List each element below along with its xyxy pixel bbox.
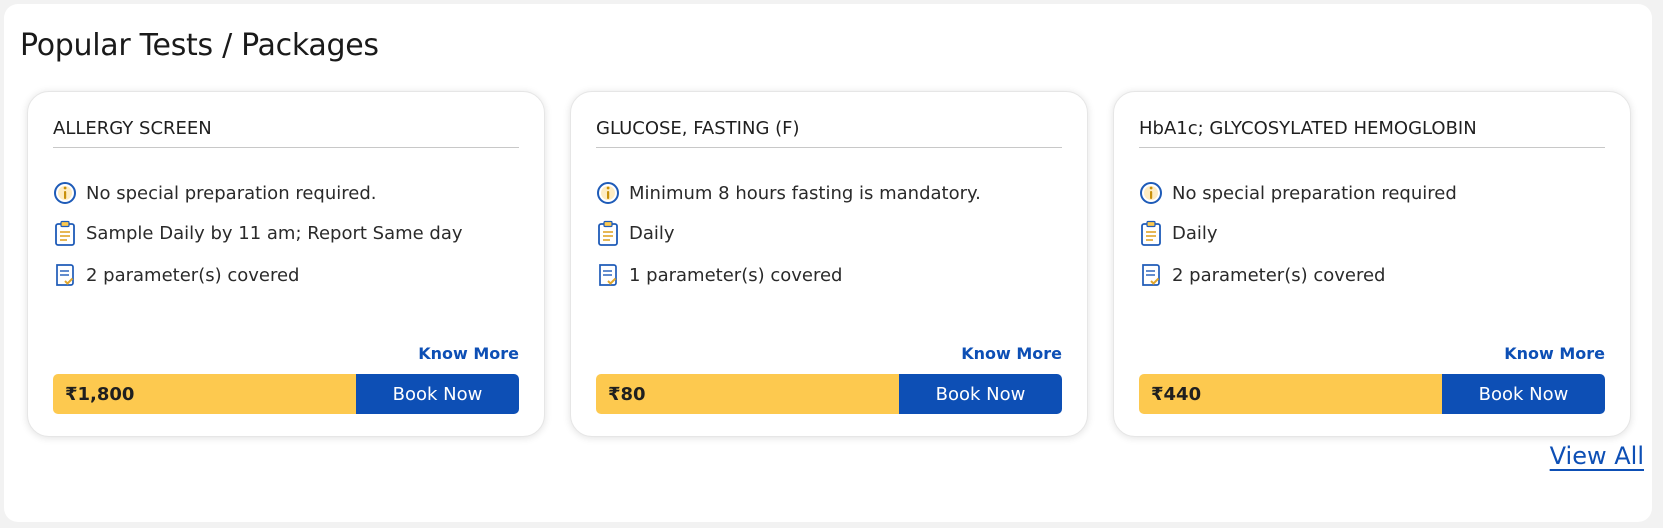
preparation-text: Minimum 8 hours fasting is mandatory.: [629, 182, 981, 204]
test-title: ALLERGY SCREEN: [53, 118, 519, 148]
info-icon: [596, 180, 620, 206]
book-now-button[interactable]: Book Now: [899, 374, 1062, 414]
preparation-text: No special preparation required.: [86, 182, 377, 204]
clipboard-icon: [1139, 220, 1163, 246]
preparation-row: Minimum 8 hours fasting is mandatory.: [596, 180, 981, 206]
booking-bar: ₹440 Book Now: [1139, 374, 1605, 414]
clipboard-icon: [596, 220, 620, 246]
info-icon: [1139, 180, 1163, 206]
checklist-icon: [596, 262, 620, 288]
price: ₹80: [596, 374, 899, 414]
checklist-icon: [53, 262, 77, 288]
parameters-text: 2 parameter(s) covered: [86, 264, 300, 286]
info-icon: [53, 180, 77, 206]
booking-bar: ₹1,800 Book Now: [53, 374, 519, 414]
test-cards: ALLERGY SCREEN No special preparation re…: [27, 91, 1631, 437]
section-title: Popular Tests / Packages: [20, 28, 379, 63]
test-card: GLUCOSE, FASTING (F) Minimum 8 hours fas…: [570, 91, 1088, 437]
book-now-button[interactable]: Book Now: [1442, 374, 1605, 414]
parameters-text: 2 parameter(s) covered: [1172, 264, 1386, 286]
popular-tests-panel: Popular Tests / Packages ALLERGY SCREEN …: [4, 4, 1652, 522]
test-card: ALLERGY SCREEN No special preparation re…: [27, 91, 545, 437]
preparation-row: No special preparation required: [1139, 180, 1457, 206]
preparation-text: No special preparation required: [1172, 182, 1457, 204]
price: ₹1,800: [53, 374, 356, 414]
parameters-row: 1 parameter(s) covered: [596, 262, 843, 288]
test-title: GLUCOSE, FASTING (F): [596, 118, 1062, 148]
schedule-row: Sample Daily by 11 am; Report Same day: [53, 220, 463, 246]
know-more-link[interactable]: Know More: [1504, 344, 1605, 363]
test-card: HbA1c; GLYCOSYLATED HEMOGLOBIN No specia…: [1113, 91, 1631, 437]
schedule-text: Sample Daily by 11 am; Report Same day: [86, 222, 463, 244]
parameters-row: 2 parameter(s) covered: [53, 262, 300, 288]
schedule-row: Daily: [596, 220, 675, 246]
view-all-link[interactable]: View All: [1550, 442, 1644, 470]
price: ₹440: [1139, 374, 1442, 414]
preparation-row: No special preparation required.: [53, 180, 376, 206]
parameters-text: 1 parameter(s) covered: [629, 264, 843, 286]
parameters-row: 2 parameter(s) covered: [1139, 262, 1386, 288]
checklist-icon: [1139, 262, 1163, 288]
know-more-link[interactable]: Know More: [418, 344, 519, 363]
booking-bar: ₹80 Book Now: [596, 374, 1062, 414]
schedule-text: Daily: [1172, 222, 1218, 244]
test-title: HbA1c; GLYCOSYLATED HEMOGLOBIN: [1139, 118, 1605, 148]
know-more-link[interactable]: Know More: [961, 344, 1062, 363]
clipboard-icon: [53, 220, 77, 246]
schedule-text: Daily: [629, 222, 675, 244]
book-now-button[interactable]: Book Now: [356, 374, 519, 414]
schedule-row: Daily: [1139, 220, 1218, 246]
